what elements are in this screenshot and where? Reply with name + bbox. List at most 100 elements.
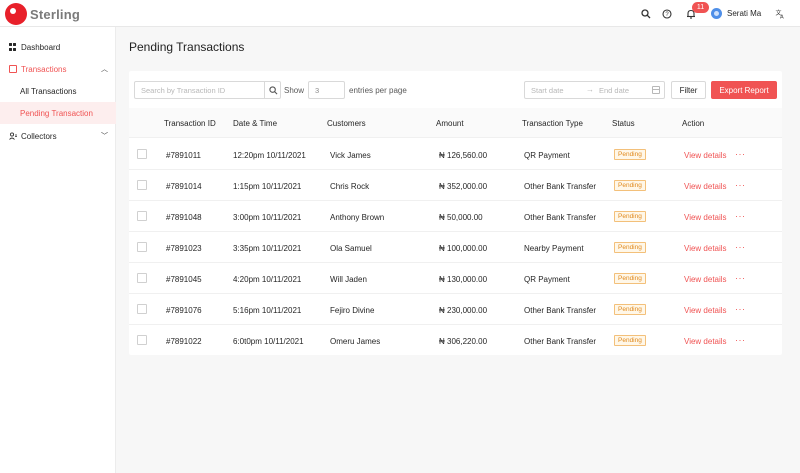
column-header: Customers bbox=[327, 119, 366, 128]
row-checkbox[interactable] bbox=[137, 211, 147, 221]
filter-button[interactable]: Filter bbox=[671, 81, 706, 99]
row-checkbox[interactable] bbox=[137, 242, 147, 252]
status-badge: Pending bbox=[614, 211, 646, 222]
view-details-link[interactable]: View details bbox=[684, 337, 727, 346]
sidebar-item-label: All Transactions bbox=[20, 86, 77, 96]
status-badge: Pending bbox=[614, 335, 646, 346]
transaction-datetime: 5:16pm 10/11/2021 bbox=[233, 306, 302, 315]
column-header: Date & Time bbox=[233, 119, 278, 128]
search-button[interactable] bbox=[264, 82, 281, 98]
view-details-link[interactable]: View details bbox=[684, 244, 727, 253]
transaction-type: Other Bank Transfer bbox=[524, 337, 597, 346]
dashboard-icon bbox=[9, 43, 17, 51]
transaction-datetime: 1:15pm 10/11/2021 bbox=[233, 182, 302, 191]
more-options-icon[interactable]: ··· bbox=[735, 149, 746, 159]
column-header: Transaction ID bbox=[164, 119, 216, 128]
more-options-icon[interactable]: ··· bbox=[735, 335, 746, 345]
customer-name: Fejiro Divine bbox=[330, 306, 375, 315]
row-checkbox[interactable] bbox=[137, 304, 147, 314]
transaction-id: #7891022 bbox=[166, 337, 202, 346]
logo[interactable]: Sterling bbox=[5, 3, 80, 25]
logo-mark-icon bbox=[5, 3, 27, 25]
sidebar-item-dashboard[interactable]: Dashboard bbox=[0, 36, 116, 58]
more-options-icon[interactable]: ··· bbox=[735, 242, 746, 252]
transaction-id: #7891014 bbox=[166, 182, 202, 191]
sidebar-item-label: Transactions bbox=[21, 64, 67, 74]
notification-badge[interactable]: 11 bbox=[692, 2, 709, 13]
row-checkbox[interactable] bbox=[137, 180, 147, 190]
table-row: #7891014 1:15pm 10/11/2021 Chris Rock ₦ … bbox=[129, 170, 782, 201]
table-header: Transaction ID Date & Time Customers Amo… bbox=[129, 108, 782, 138]
table-row: #7891048 3:00pm 10/11/2021 Anthony Brown… bbox=[129, 201, 782, 232]
sidebar-item-label: Pending Transaction bbox=[20, 108, 93, 118]
page-title: Pending Transactions bbox=[129, 40, 245, 54]
arrow-right-icon: → bbox=[586, 85, 594, 94]
transaction-id: #7891045 bbox=[166, 275, 202, 284]
export-report-button[interactable]: Export Report bbox=[711, 81, 777, 99]
more-options-icon[interactable]: ··· bbox=[735, 211, 746, 221]
table-row: #7891023 3:35pm 10/11/2021 Ola Samuel ₦ … bbox=[129, 232, 782, 263]
status-badge: Pending bbox=[614, 242, 646, 253]
transaction-type: Nearby Payment bbox=[524, 244, 584, 253]
calendar-icon[interactable] bbox=[652, 86, 660, 94]
column-header: Status bbox=[612, 119, 635, 128]
more-options-icon[interactable]: ··· bbox=[735, 304, 746, 314]
transaction-id: #7891048 bbox=[166, 213, 202, 222]
sidebar-item-collectors[interactable]: Collectors ﹀ bbox=[0, 125, 116, 147]
more-options-icon[interactable]: ··· bbox=[735, 273, 746, 283]
sidebar-item-transactions[interactable]: Transactions ︿ bbox=[0, 58, 116, 80]
view-details-link[interactable]: View details bbox=[684, 151, 727, 160]
customer-name: Vick James bbox=[330, 151, 371, 160]
help-icon[interactable]: ? bbox=[661, 8, 672, 19]
transaction-datetime: 3:00pm 10/11/2021 bbox=[233, 213, 302, 222]
search-input[interactable] bbox=[135, 82, 263, 98]
date-range-picker[interactable]: Start date → End date bbox=[524, 81, 665, 99]
show-label: Show bbox=[284, 86, 305, 95]
more-options-icon[interactable]: ··· bbox=[735, 180, 746, 190]
transaction-datetime: 4:20pm 10/11/2021 bbox=[233, 275, 302, 284]
sidebar-item-all-transactions[interactable]: All Transactions bbox=[0, 80, 116, 102]
row-checkbox[interactable] bbox=[137, 149, 147, 159]
translate-icon[interactable]: 文A bbox=[774, 8, 785, 19]
view-details-link[interactable]: View details bbox=[684, 182, 727, 191]
sidebar-item-pending-transaction[interactable]: Pending Transaction bbox=[0, 102, 116, 124]
top-bar: Sterling ? 11 Serati Ma 文A bbox=[0, 0, 800, 27]
column-header: Amount bbox=[436, 119, 464, 128]
transaction-amount: ₦ 126,560.00 bbox=[439, 151, 488, 160]
start-date-field[interactable]: Start date bbox=[531, 86, 564, 95]
transactions-icon bbox=[9, 65, 17, 73]
row-checkbox[interactable] bbox=[137, 273, 147, 283]
row-checkbox[interactable] bbox=[137, 335, 147, 345]
status-badge: Pending bbox=[614, 149, 646, 160]
customer-name: Omeru James bbox=[330, 337, 381, 346]
user-name[interactable]: Serati Ma bbox=[727, 9, 761, 18]
sidebar: Dashboard Transactions ︿ All Transaction… bbox=[0, 27, 116, 473]
view-details-link[interactable]: View details bbox=[684, 213, 727, 222]
sidebar-item-label: Dashboard bbox=[21, 42, 61, 52]
status-badge: Pending bbox=[614, 273, 646, 284]
search-icon[interactable] bbox=[640, 8, 651, 19]
transaction-amount: ₦ 130,000.00 bbox=[439, 275, 488, 284]
table-row: #7891022 6:0t0pm 10/11/2021 Omeru James … bbox=[129, 325, 782, 356]
view-details-link[interactable]: View details bbox=[684, 275, 727, 284]
column-header: Transaction Type bbox=[522, 119, 583, 128]
transaction-amount: ₦ 306,220.00 bbox=[439, 337, 488, 346]
avatar[interactable] bbox=[711, 8, 722, 19]
status-badge: Pending bbox=[614, 304, 646, 315]
brand-name: Sterling bbox=[30, 6, 80, 22]
transactions-card: Show entries per page Start date → End d… bbox=[129, 71, 782, 355]
entries-per-page-input[interactable] bbox=[308, 81, 345, 99]
transaction-type: Other Bank Transfer bbox=[524, 306, 597, 315]
transaction-type: QR Payment bbox=[524, 275, 570, 284]
end-date-field[interactable]: End date bbox=[599, 86, 629, 95]
transaction-id: #7891023 bbox=[166, 244, 202, 253]
chevron-up-icon: ︿ bbox=[101, 66, 108, 73]
transaction-id: #7891076 bbox=[166, 306, 202, 315]
transaction-id: #7891011 bbox=[166, 151, 201, 160]
sidebar-item-label: Collectors bbox=[21, 131, 57, 141]
table-row: #7891076 5:16pm 10/11/2021 Fejiro Divine… bbox=[129, 294, 782, 325]
chevron-down-icon: ﹀ bbox=[101, 133, 108, 140]
view-details-link[interactable]: View details bbox=[684, 306, 727, 315]
customer-name: Chris Rock bbox=[330, 182, 370, 191]
customer-name: Will Jaden bbox=[330, 275, 367, 284]
